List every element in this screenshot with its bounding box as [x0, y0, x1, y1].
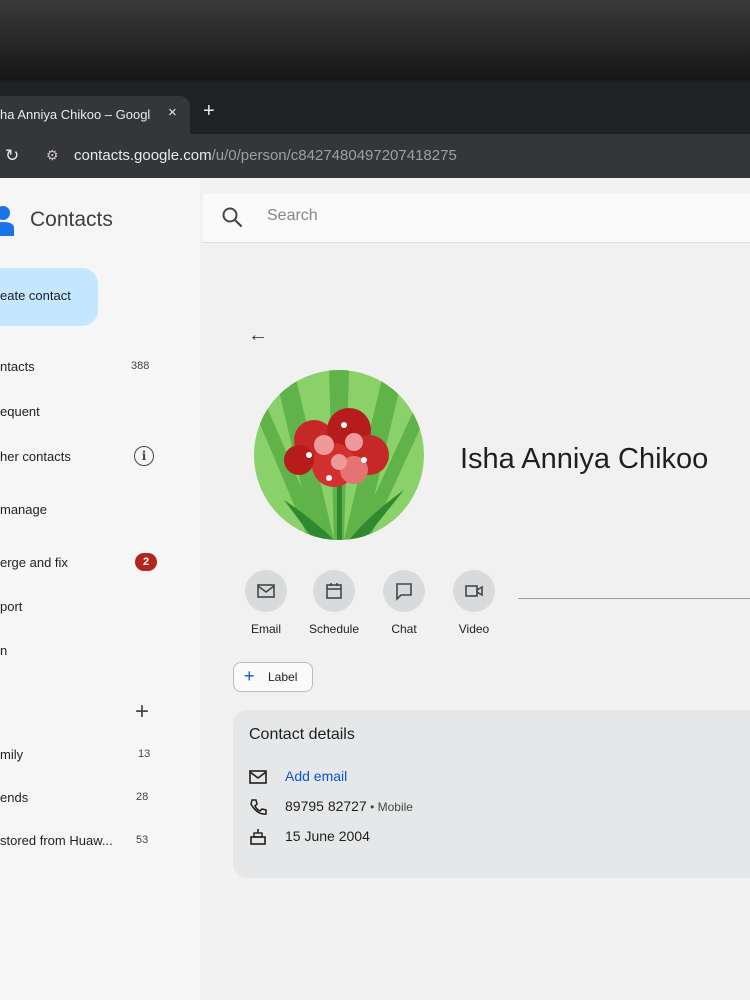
- tab-title: ha Anniya Chikoo – Google C: [0, 107, 150, 122]
- video-action-button[interactable]: Video: [444, 570, 504, 636]
- create-contact-label: eate contact: [0, 288, 71, 303]
- sidebar-label-name: stored from Huaw...: [0, 833, 113, 848]
- sidebar-item-label: equent: [0, 404, 40, 419]
- action-label: Email: [250, 622, 281, 636]
- sidebar-label-friends[interactable]: ends 28: [0, 783, 200, 813]
- sidebar-item-count: 388: [131, 360, 150, 372]
- sidebar-label-name: mily: [0, 747, 24, 762]
- contact-details-card: Contact details Add email 89795 82727 • …: [233, 710, 750, 878]
- reload-icon[interactable]: ↻: [5, 146, 19, 166]
- url-field[interactable]: contacts.google.com/u/0/person/c84274804…: [74, 147, 457, 164]
- sidebar-item-frequent[interactable]: equent: [0, 397, 200, 427]
- calendar-icon: [313, 570, 355, 612]
- new-tab-button[interactable]: +: [203, 100, 215, 123]
- sidebar: Contacts eate contact ntacts 388 equent …: [0, 178, 200, 1000]
- sidebar-item-label: port: [0, 599, 23, 614]
- sidebar-label-family[interactable]: mily 13: [0, 740, 200, 770]
- sidebar-item-label: erge and fix: [0, 555, 68, 570]
- add-label-button[interactable]: + Label: [233, 662, 313, 692]
- add-label-icon[interactable]: +: [135, 698, 149, 726]
- sidebar-item-bin[interactable]: n: [0, 636, 200, 666]
- divider: [518, 598, 750, 599]
- sidebar-label-count: 28: [136, 791, 149, 803]
- email-icon: [249, 770, 267, 784]
- email-action-button[interactable]: Email: [236, 570, 296, 636]
- action-label: Chat: [391, 622, 417, 636]
- url-path: /u/0/person/c8427480497207418275: [211, 147, 457, 164]
- sidebar-item-merge-and-fix[interactable]: erge and fix 2: [0, 548, 200, 578]
- sidebar-label-count: 13: [138, 748, 151, 760]
- back-arrow-icon[interactable]: ←: [248, 324, 268, 347]
- sidebar-item-manage[interactable]: manage: [0, 495, 200, 525]
- info-icon[interactable]: i: [134, 446, 154, 466]
- contact-avatar: [254, 370, 424, 540]
- search-input[interactable]: [265, 206, 569, 226]
- sidebar-item-contacts[interactable]: ntacts 388: [0, 352, 200, 382]
- contact-details-title: Contact details: [249, 726, 355, 743]
- sidebar-item-import[interactable]: port: [0, 592, 200, 622]
- phone-number-row[interactable]: 89795 82727 • Mobile: [285, 798, 413, 814]
- sidebar-label-count: 53: [136, 834, 149, 846]
- sidebar-item-label: n: [0, 643, 8, 658]
- sidebar-item-other-contacts[interactable]: her contacts i: [0, 442, 200, 472]
- label-button-text: Label: [268, 670, 298, 684]
- action-label: Video: [458, 622, 490, 636]
- sidebar-item-label: her contacts: [0, 449, 71, 464]
- monitor-bezel: [0, 0, 750, 80]
- sidebar-label-name: ends: [0, 790, 29, 805]
- site-info-icon[interactable]: ⚙: [46, 147, 59, 164]
- app-name: Contacts: [30, 208, 113, 231]
- add-email-link[interactable]: Add email: [285, 768, 347, 784]
- contacts-logo-icon: [0, 206, 14, 236]
- action-label: Schedule: [308, 622, 360, 636]
- plus-icon: +: [244, 666, 255, 686]
- phone-icon: [250, 799, 267, 815]
- email-icon: [245, 570, 287, 612]
- browser-tab[interactable]: ha Anniya Chikoo – Google C ×: [0, 96, 190, 134]
- chat-action-button[interactable]: Chat: [374, 570, 434, 636]
- search-bar: [203, 194, 750, 243]
- sidebar-item-label: manage: [0, 502, 47, 517]
- chat-icon: [383, 570, 425, 612]
- sidebar-item-label: ntacts: [0, 359, 35, 374]
- url-domain: contacts.google.com: [74, 147, 212, 164]
- close-tab-icon[interactable]: ×: [168, 104, 177, 121]
- video-icon: [453, 570, 495, 612]
- address-bar: ↻ ⚙ contacts.google.com/u/0/person/c8427…: [0, 134, 750, 178]
- contacts-page: Contacts eate contact ntacts 388 equent …: [0, 178, 750, 1000]
- browser-tab-bar: ha Anniya Chikoo – Google C × +: [0, 82, 750, 134]
- contact-name: Isha Anniya Chikoo: [460, 443, 709, 475]
- phone-type: • Mobile: [366, 800, 413, 814]
- schedule-action-button[interactable]: Schedule: [304, 570, 364, 636]
- cake-icon: [250, 829, 266, 845]
- search-icon[interactable]: [221, 206, 243, 228]
- merge-count-badge: 2: [135, 553, 157, 571]
- sidebar-label-restored[interactable]: stored from Huaw... 53: [0, 826, 200, 856]
- phone-number: 89795 82727: [285, 798, 367, 814]
- birthday: 15 June 2004: [285, 828, 370, 844]
- create-contact-button[interactable]: eate contact: [0, 268, 98, 326]
